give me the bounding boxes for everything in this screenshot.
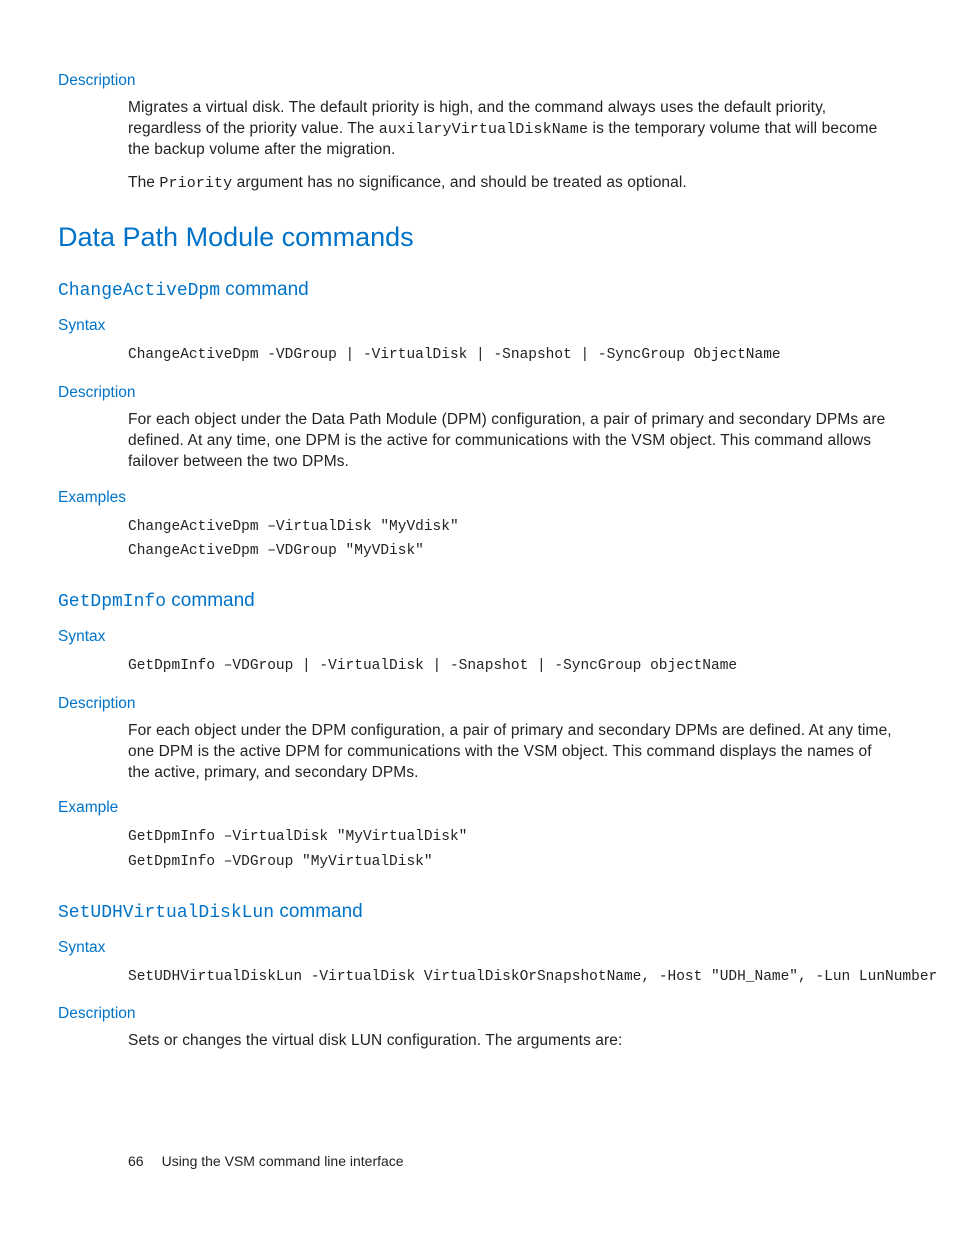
cmd3-heading: SetUDHVirtualDiskLun command [58,901,896,923]
section-heading: Data Path Module commands [58,222,896,253]
inline-code: auxilaryVirtualDiskName [379,121,588,138]
cmd2-suffix: command [166,590,255,611]
cmd3-desc: Sets or changes the virtual disk LUN con… [128,1031,896,1052]
cmd1-examples: ChangeActiveDpm –VirtualDisk "MyVdisk" C… [128,515,896,564]
cmd2-syntax: GetDpmInfo –VDGroup | -VirtualDisk | -Sn… [128,654,896,679]
cmd2-example: GetDpmInfo –VirtualDisk "MyVirtualDisk" … [128,825,896,874]
cmd2-name: GetDpmInfo [58,592,166,612]
cmd2-desc: For each object under the DPM configurat… [128,721,896,784]
cmd1-syntax-label: Syntax [58,317,896,335]
cmd3-syntax-label: Syntax [58,939,896,957]
cmd3-syntax: SetUDHVirtualDiskLun -VirtualDisk Virtua… [128,965,896,990]
footer-title: Using the VSM command line interface [162,1153,404,1169]
cmd1-desc-label: Description [58,384,896,402]
page: Description Migrates a virtual disk. The… [0,0,954,1235]
cmd1-syntax: ChangeActiveDpm -VDGroup | -VirtualDisk … [128,343,896,368]
text: The [128,174,159,191]
cmd3-desc-label: Description [58,1005,896,1023]
top-desc-p2: The Priority argument has no significanc… [128,173,896,194]
cmd2-desc-label: Description [58,695,896,713]
page-footer: 66 Using the VSM command line interface [128,1153,404,1169]
cmd2-example-label: Example [58,799,896,817]
top-desc-p1: Migrates a virtual disk. The default pri… [128,98,896,161]
cmd1-heading: ChangeActiveDpm command [58,279,896,301]
cmd2-syntax-label: Syntax [58,628,896,646]
cmd2-heading: GetDpmInfo command [58,590,896,612]
cmd1-desc: For each object under the Data Path Modu… [128,410,896,473]
cmd3-name: SetUDHVirtualDiskLun [58,903,274,923]
cmd1-suffix: command [220,279,309,300]
cmd1-examples-label: Examples [58,489,896,507]
inline-code: Priority [159,175,232,192]
text: argument has no significance, and should… [232,174,687,191]
cmd1-name: ChangeActiveDpm [58,281,220,301]
description-label-top: Description [58,72,896,90]
page-number: 66 [128,1153,144,1169]
cmd3-suffix: command [274,901,363,922]
